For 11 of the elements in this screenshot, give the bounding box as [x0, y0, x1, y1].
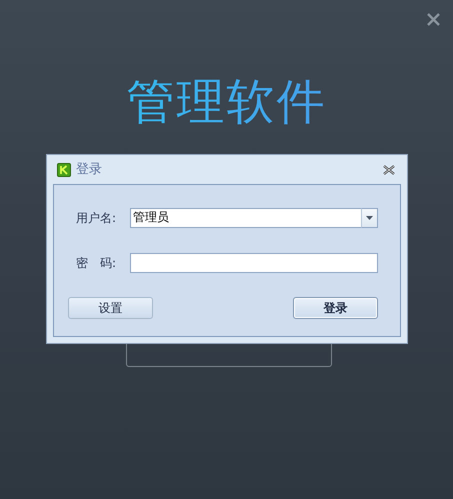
close-icon[interactable] — [383, 164, 395, 174]
settings-button[interactable]: 设置 — [68, 297, 153, 319]
field-label: 密 码: — [76, 254, 118, 272]
app-logo-icon — [56, 162, 72, 178]
username-field[interactable]: 管理员 — [130, 208, 361, 228]
caret-icon[interactable] — [366, 216, 373, 220]
dialog-title: 登录 — [76, 160, 102, 179]
field-label: 用户名: — [76, 210, 118, 226]
password-field[interactable] — [130, 252, 378, 272]
dropdown-button[interactable] — [361, 208, 378, 228]
login-button[interactable]: 登录 — [293, 297, 378, 319]
